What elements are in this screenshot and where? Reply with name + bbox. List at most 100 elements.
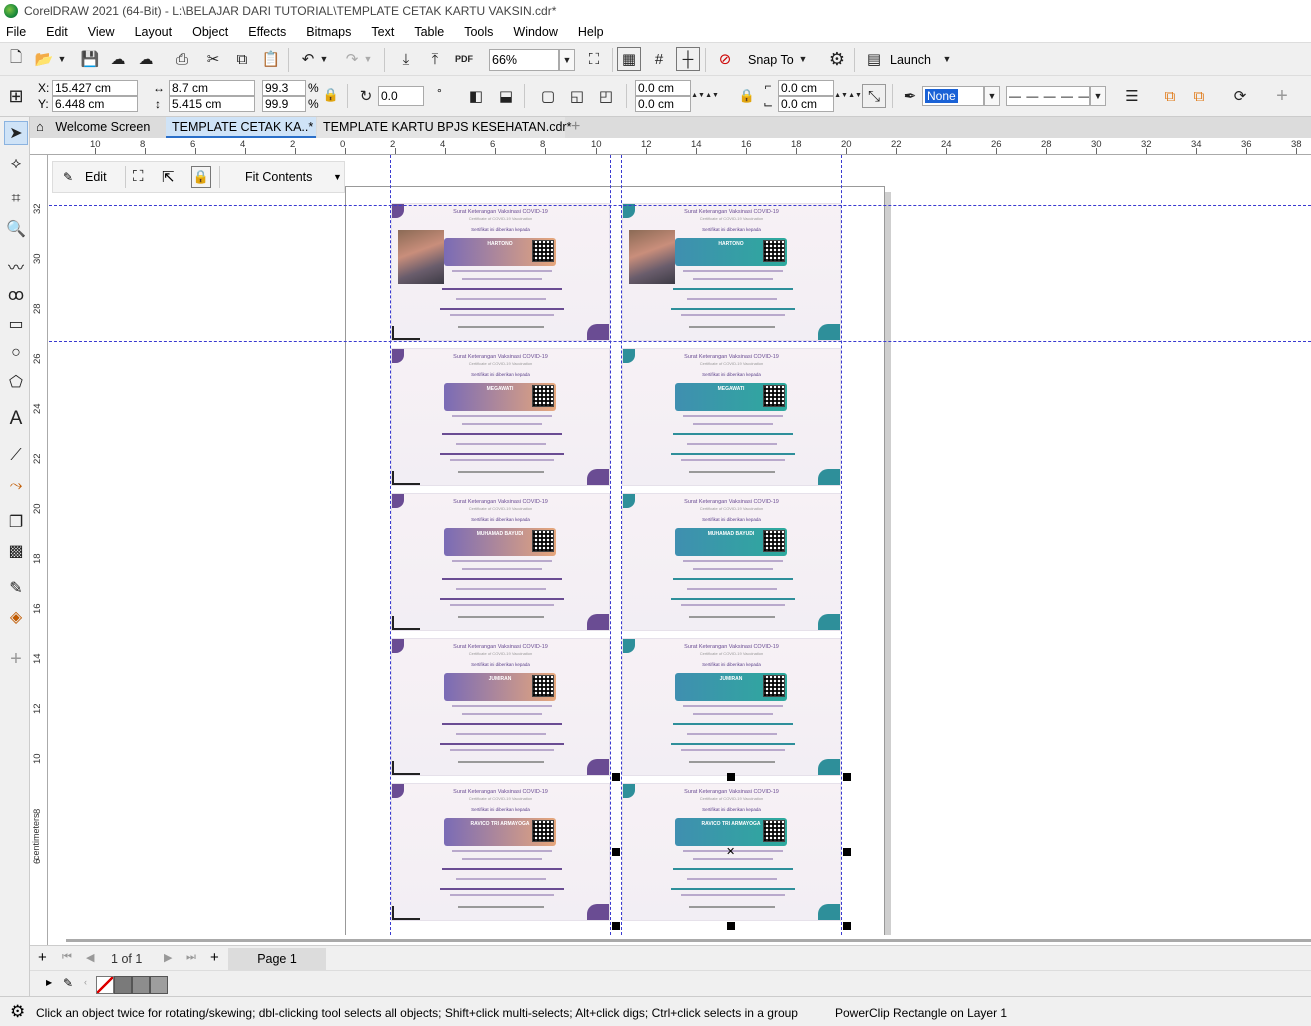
vaccination-card[interactable]: Surat Keterangan Vaksinasi COVID-19 Certi… bbox=[391, 203, 610, 341]
cloud-share-icon[interactable]: ☁ bbox=[134, 47, 158, 71]
add-icon[interactable]: + bbox=[1270, 84, 1294, 108]
new-tab-icon[interactable]: + bbox=[565, 117, 585, 138]
width-field[interactable]: 8.7 cm bbox=[169, 80, 255, 96]
vertical-guideline[interactable] bbox=[621, 155, 622, 935]
select-contents-icon[interactable]: ⛶ bbox=[133, 168, 144, 185]
new-document-icon[interactable]: 🗋 bbox=[4, 47, 28, 71]
horizontal-scrollbar[interactable] bbox=[66, 939, 1311, 942]
height-field[interactable]: 5.415 cm bbox=[169, 96, 255, 112]
next-page-icon[interactable]: ▶ bbox=[164, 951, 172, 964]
export-icon[interactable]: ⤒ bbox=[423, 47, 447, 71]
palette-eyedropper-icon[interactable]: ✎ bbox=[63, 976, 73, 990]
open-folder-icon[interactable]: 📂 bbox=[32, 47, 56, 71]
redo-dropdown-icon[interactable]: ▼ bbox=[362, 47, 374, 71]
launch-dropdown-icon[interactable]: ▼ bbox=[940, 47, 954, 71]
publish-pdf-icon[interactable]: PDF bbox=[452, 47, 476, 71]
vaccination-card[interactable]: Surat Keterangan Vaksinasi COVID-19 Certi… bbox=[391, 493, 610, 631]
y-position-field[interactable]: 6.448 cm bbox=[52, 96, 138, 112]
outline-width-field[interactable]: None bbox=[922, 86, 984, 106]
lock-ratio-icon[interactable]: 🔒 bbox=[322, 86, 340, 104]
prev-page-icon[interactable]: ◀ bbox=[86, 951, 94, 964]
vertical-guideline[interactable] bbox=[841, 155, 842, 935]
menu-view[interactable]: View bbox=[88, 25, 115, 39]
cloud-upload-icon[interactable]: ☁ bbox=[106, 47, 130, 71]
menu-window[interactable]: Window bbox=[513, 25, 557, 39]
x-position-field[interactable]: 15.427 cm bbox=[52, 80, 138, 96]
selection-handle[interactable] bbox=[727, 922, 735, 930]
snap-to-button[interactable]: Snap To bbox=[748, 53, 794, 67]
freehand-tool-icon[interactable]: 〰 bbox=[4, 254, 28, 278]
convert-to-curves-icon[interactable]: ⟳ bbox=[1228, 84, 1252, 108]
outline-width-dropdown-icon[interactable]: ▼ bbox=[984, 86, 1000, 106]
menu-tools[interactable]: Tools bbox=[464, 25, 493, 39]
line-style-dropdown-icon[interactable]: ▼ bbox=[1090, 86, 1106, 106]
tab-template-cetak[interactable]: TEMPLATE CETAK KA..* bbox=[166, 117, 316, 138]
undo-dropdown-icon[interactable]: ▼ bbox=[318, 47, 330, 71]
selection-handle[interactable] bbox=[843, 848, 851, 856]
chamfered-corner-icon[interactable]: ◰ bbox=[594, 84, 618, 108]
swatch-gray-light[interactable] bbox=[150, 976, 168, 994]
vaccination-card[interactable]: Surat Keterangan Vaksinasi COVID-19 Certi… bbox=[622, 203, 841, 341]
to-back-icon[interactable]: ⧉ bbox=[1187, 84, 1211, 108]
copy-icon[interactable]: ⧉ bbox=[230, 47, 254, 71]
vaccination-card[interactable]: Surat Keterangan Vaksinasi COVID-19 Certi… bbox=[391, 638, 610, 776]
artistic-media-tool-icon[interactable]: ꝏ bbox=[4, 283, 28, 307]
vaccination-card[interactable]: Surat Keterangan Vaksinasi COVID-19 Certi… bbox=[622, 638, 841, 776]
snap-to-dropdown-icon[interactable]: ▼ bbox=[796, 47, 810, 71]
polygon-tool-icon[interactable]: ⬠ bbox=[4, 370, 28, 394]
add-page-before-icon[interactable]: + bbox=[38, 949, 47, 966]
pick-tool-icon[interactable]: ➤ bbox=[4, 121, 28, 145]
horizontal-ruler[interactable]: 10 8 6 4 2 0 2 4 6 8 10 12 14 16 18 20 22 24 26 28 30 32 34 36 3… bbox=[30, 138, 1311, 155]
mirror-horizontal-icon[interactable]: ◧ bbox=[464, 84, 488, 108]
selection-handle[interactable] bbox=[612, 848, 620, 856]
menu-help[interactable]: Help bbox=[578, 25, 604, 39]
fit-contents-dropdown-icon[interactable]: ▼ bbox=[333, 172, 342, 182]
interactive-fill-tool-icon[interactable]: ◈ bbox=[4, 605, 28, 629]
menu-layout[interactable]: Layout bbox=[135, 25, 173, 39]
undo-icon[interactable]: ↶ bbox=[296, 47, 320, 71]
horizontal-guideline[interactable] bbox=[49, 205, 1311, 206]
rectangle-tool-icon[interactable]: ▭ bbox=[4, 312, 28, 336]
to-front-icon[interactable]: ⧉ bbox=[1158, 84, 1182, 108]
drop-shadow-tool-icon[interactable]: ❐ bbox=[4, 510, 28, 534]
ellipse-tool-icon[interactable]: ○ bbox=[4, 341, 28, 365]
paste-icon[interactable]: 📋 bbox=[259, 47, 283, 71]
open-dropdown-icon[interactable]: ▼ bbox=[56, 47, 68, 71]
selection-handle[interactable] bbox=[612, 922, 620, 930]
mirror-vertical-icon[interactable]: ⬓ bbox=[494, 84, 518, 108]
menu-file[interactable]: File bbox=[6, 25, 26, 39]
parallel-dimension-tool-icon[interactable]: ⟋ bbox=[4, 444, 28, 468]
corner-spinner-icon[interactable]: ▲▼ bbox=[848, 80, 862, 110]
relative-corner-scaling-icon[interactable]: ⤡ bbox=[862, 84, 886, 108]
vertical-ruler[interactable]: centimeters 32 30 28 26 24 22 20 18 16 14 12 10 8 6 bbox=[30, 155, 48, 945]
snap-off-icon[interactable]: ⊘ bbox=[713, 47, 737, 71]
line-style-field[interactable]: — — — — — bbox=[1006, 86, 1090, 106]
import-icon[interactable]: ⤓ bbox=[394, 47, 418, 71]
vertical-guideline[interactable] bbox=[610, 155, 611, 935]
vaccination-card[interactable]: Surat Keterangan Vaksinasi COVID-19 Certi… bbox=[622, 348, 841, 486]
reference-point-icon[interactable]: ⊞ bbox=[4, 84, 28, 108]
options-gear-icon[interactable]: ⚙ bbox=[825, 47, 849, 71]
selection-handle[interactable] bbox=[843, 922, 851, 930]
crop-tool-icon[interactable]: ⌗ bbox=[4, 187, 28, 211]
save-icon[interactable]: 💾 bbox=[78, 47, 102, 71]
page-tab-1[interactable]: Page 1 bbox=[228, 948, 326, 970]
rotation-angle-field[interactable]: 0.0 bbox=[378, 86, 424, 106]
vertical-guideline[interactable] bbox=[390, 155, 391, 935]
transparency-tool-icon[interactable]: ▩ bbox=[4, 539, 28, 563]
add-tool-icon[interactable]: + bbox=[4, 647, 28, 671]
menu-bitmaps[interactable]: Bitmaps bbox=[306, 25, 351, 39]
vaccination-card[interactable]: Surat Keterangan Vaksinasi COVID-19 Certi… bbox=[622, 493, 841, 631]
center-marker-icon[interactable]: ✕ bbox=[726, 845, 735, 858]
selection-handle[interactable] bbox=[843, 773, 851, 781]
corner-bottom-left-field[interactable]: 0.0 cm bbox=[635, 96, 691, 112]
shape-tool-icon[interactable]: ⟡ bbox=[4, 152, 28, 176]
status-gear-icon[interactable]: ⚙ bbox=[10, 1002, 25, 1022]
palette-menu-icon[interactable]: ▶ bbox=[46, 978, 52, 987]
scalloped-corner-icon[interactable]: ◱ bbox=[565, 84, 589, 108]
rulers-toggle-icon[interactable]: ▦ bbox=[617, 47, 641, 71]
scale-width-field[interactable]: 99.3 bbox=[262, 80, 306, 96]
tab-welcome-screen[interactable]: ⌂ Welcome Screen bbox=[30, 117, 166, 138]
corner-spinner-icon[interactable]: ▲▼ bbox=[691, 80, 705, 110]
drawing-canvas[interactable]: ✎ Edit ⛶ ⇱ 🔒 Fit Contents ▼ Surat Ketera… bbox=[49, 155, 1311, 935]
